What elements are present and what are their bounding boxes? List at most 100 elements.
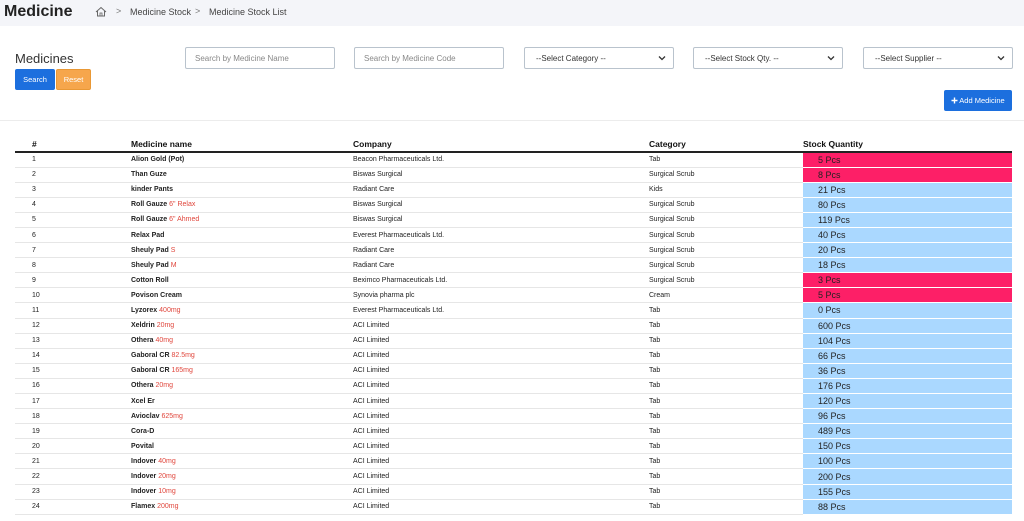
medicine-name: Roll Gauze [131, 201, 168, 209]
medicine-name-cell: Avioclav 625mg [131, 408, 353, 425]
stock-quantity-cell: 150 Pcs [803, 438, 1012, 455]
medicine-name-cell: Than Guze [131, 167, 353, 183]
medicine-name: Sheuly Pad [131, 246, 169, 254]
stock-quantity-cell: 88 Pcs [803, 499, 1012, 515]
company-cell: ACI Limited [353, 423, 649, 440]
table-row: 14 Gaboral CR 82.5mg ACI Limited Tab 66 Pcs [15, 348, 1012, 364]
medicine-name: Lyzorex [131, 306, 158, 314]
search-medicine-name-input[interactable] [185, 47, 335, 69]
add-medicine-button[interactable]: Add Medicine [944, 90, 1012, 111]
column-header-medicine-name: Medicine name [131, 137, 353, 153]
stock-quantity-cell: 200 Pcs [803, 468, 1012, 485]
row-number: 8 [15, 257, 131, 274]
category-select[interactable]: --Select Category -- [524, 47, 674, 69]
table-row: 12 Xeldrin 20mg ACI Limited Tab 600 Pcs [15, 318, 1012, 334]
table-row: 13 Othera 40mg ACI Limited Tab 104 Pcs [15, 333, 1012, 349]
reset-button[interactable]: Reset [56, 69, 91, 90]
company-cell: ACI Limited [353, 363, 649, 379]
category-cell: Tab [649, 333, 803, 349]
category-cell: Tab [649, 318, 803, 334]
stock-quantity-cell: 3 Pcs [803, 272, 1012, 289]
medicine-name: Othera [131, 337, 154, 345]
category-select-value: --Select Category -- [536, 53, 606, 63]
row-number: 5 [15, 212, 131, 228]
chevron-down-icon [658, 56, 666, 61]
medicine-name: Indover [131, 488, 157, 496]
stock-quantity-cell: 20 Pcs [803, 242, 1012, 259]
stock-quantity-cell: 0 Pcs [803, 302, 1012, 319]
medicine-name: Avioclav [131, 412, 160, 420]
table-row: 21 Indover 40mg ACI Limited Tab 100 Pcs [15, 453, 1012, 470]
medicine-name-cell: Gaboral CR 165mg [131, 363, 353, 379]
supplier-select[interactable]: --Select Supplier -- [863, 47, 1013, 69]
row-number: 12 [15, 318, 131, 334]
stock-quantity-cell: 119 Pcs [803, 212, 1012, 228]
category-cell: Tab [649, 393, 803, 410]
medicine-name-cell: Flamex 200mg [131, 499, 353, 515]
medicine-name-cell: Indover 10mg [131, 484, 353, 500]
medicine-name-cell: Xcel Er [131, 393, 353, 410]
category-cell: Tab [649, 378, 803, 395]
supplier-select-value: --Select Supplier -- [875, 53, 942, 63]
category-cell: Surgical Scrub [649, 212, 803, 228]
category-cell: Tab [649, 152, 803, 168]
chevron-down-icon [997, 56, 1005, 61]
company-cell: Biswas Surgical [353, 167, 649, 183]
medicine-strength: S [170, 246, 176, 254]
company-cell: ACI Limited [353, 438, 649, 455]
row-number: 21 [15, 453, 131, 470]
search-button[interactable]: Search [15, 69, 55, 90]
company-cell: ACI Limited [353, 333, 649, 349]
medicine-name-cell: Othera 40mg [131, 333, 353, 349]
stock-quantity-cell: 96 Pcs [803, 408, 1012, 425]
table-row: 24 Flamex 200mg ACI Limited Tab 88 Pcs [15, 499, 1012, 515]
medicine-strength: 10mg [158, 488, 176, 496]
chevron-down-icon [827, 56, 835, 61]
medicine-name: Cotton Roll [131, 276, 169, 284]
category-cell: Tab [649, 363, 803, 379]
category-cell: Cream [649, 287, 803, 304]
table-row: 1 Alion Gold (Pot) Beacon Pharmaceuticals… [15, 152, 1012, 168]
medicine-strength: 82.5mg [171, 352, 195, 360]
category-cell: Tab [649, 453, 803, 470]
medicine-name-cell: Alion Gold (Pot) [131, 152, 353, 168]
stock-quantity-cell: 104 Pcs [803, 333, 1012, 349]
medicine-name-cell: Relax Pad [131, 227, 353, 244]
company-cell: Everest Pharmaceuticals Ltd. [353, 302, 649, 319]
stock-qty-select[interactable]: --Select Stock Qty. -- [693, 47, 843, 69]
stock-quantity-cell: 40 Pcs [803, 227, 1012, 244]
company-cell: Synovia pharma plc [353, 287, 649, 304]
stock-qty-select-value: --Select Stock Qty. -- [705, 53, 779, 63]
table-row: 3 kinder Pants Radiant Care Kids 21 Pcs [15, 182, 1012, 198]
medicine-strength: 400mg [159, 306, 181, 314]
company-cell: ACI Limited [353, 378, 649, 395]
company-cell: Beacon Pharmaceuticals Ltd. [353, 152, 649, 168]
medicine-strength: 6" Relax [169, 201, 196, 209]
category-cell: Tab [649, 348, 803, 364]
column-header-number: # [15, 137, 131, 153]
medicine-strength: 40mg [158, 457, 176, 465]
company-cell: Radiant Care [353, 257, 649, 274]
stock-quantity-cell: 8 Pcs [803, 167, 1012, 183]
medicine-name: Roll Gauze [131, 216, 168, 224]
column-header-stock-quantity: Stock Quantity [803, 137, 1012, 153]
row-number: 11 [15, 302, 131, 319]
table-row: 16 Othera 20mg ACI Limited Tab 176 Pcs [15, 378, 1012, 395]
home-icon[interactable] [95, 6, 107, 17]
medicine-name: Indover [131, 473, 157, 481]
medicine-strength: M [170, 261, 177, 269]
column-header-company: Company [353, 137, 649, 153]
search-medicine-code-input[interactable] [354, 47, 504, 69]
breadcrumb-medicine-stock[interactable]: Medicine Stock [130, 7, 191, 17]
medicine-name-cell: Povison Cream [131, 287, 353, 304]
medicine-name-cell: Roll Gauze 6" Ahmed [131, 212, 353, 228]
company-cell: ACI Limited [353, 348, 649, 364]
category-cell: Surgical Scrub [649, 227, 803, 244]
row-number: 19 [15, 423, 131, 440]
breadcrumb-stock-list: Medicine Stock List [209, 7, 287, 17]
stock-quantity-cell: 18 Pcs [803, 257, 1012, 274]
medicine-strength: 20mg [158, 473, 176, 481]
row-number: 1 [15, 152, 131, 168]
row-number: 4 [15, 197, 131, 213]
category-cell: Tab [649, 302, 803, 319]
